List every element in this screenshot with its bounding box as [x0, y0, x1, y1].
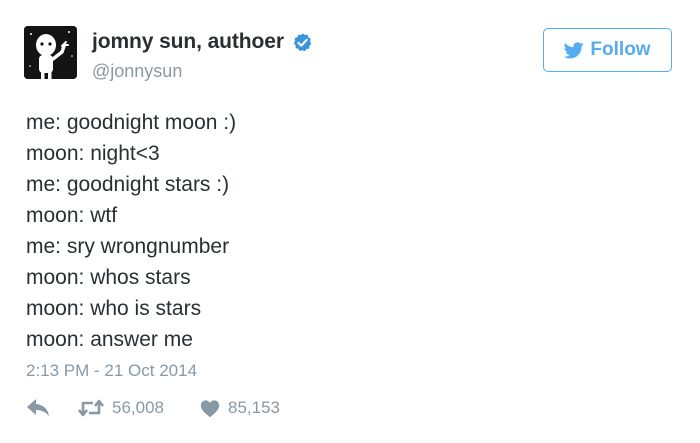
- author-name-row: jomny sun, authoer: [92, 30, 313, 54]
- tweet-line: moon: wtf: [26, 204, 118, 227]
- avatar[interactable]: [24, 26, 77, 79]
- avatar-image: [24, 26, 77, 79]
- retweet-button[interactable]: 56,008: [78, 398, 164, 418]
- follow-button[interactable]: Follow: [543, 28, 672, 72]
- tweet-line: me: sry wrongnumber: [26, 235, 230, 258]
- follow-button-label: Follow: [590, 39, 651, 60]
- tweet-line: me: goodnight moon :): [26, 111, 237, 134]
- author-display-name[interactable]: jomny sun, authoer: [92, 30, 284, 54]
- tweet-timestamp[interactable]: 2:13 PM - 21 Oct 2014: [26, 361, 197, 381]
- tweet-card: jomny sun, authoer @jonnysun Follow me: …: [0, 0, 700, 443]
- tweet-line: me: goodnight stars :): [26, 173, 230, 196]
- verified-badge-icon: [292, 32, 313, 53]
- like-button[interactable]: 85,153: [200, 398, 280, 418]
- tweet-text: me: goodnight moon :) moon: night<3 me: …: [26, 107, 666, 355]
- heart-icon: [200, 399, 220, 417]
- tweet-line: moon: night<3: [26, 142, 160, 165]
- tweet-line: moon: answer me: [26, 328, 193, 351]
- twitter-bird-icon: [564, 41, 585, 58]
- author-handle[interactable]: @jonnysun: [92, 61, 182, 82]
- like-count: 85,153: [228, 398, 280, 417]
- reply-icon: [27, 399, 49, 416]
- tweet-line: moon: whos stars: [26, 266, 191, 289]
- retweet-icon: [78, 399, 104, 417]
- reply-button[interactable]: [26, 398, 50, 418]
- retweet-count: 56,008: [112, 398, 164, 417]
- tweet-line: moon: who is stars: [26, 297, 202, 320]
